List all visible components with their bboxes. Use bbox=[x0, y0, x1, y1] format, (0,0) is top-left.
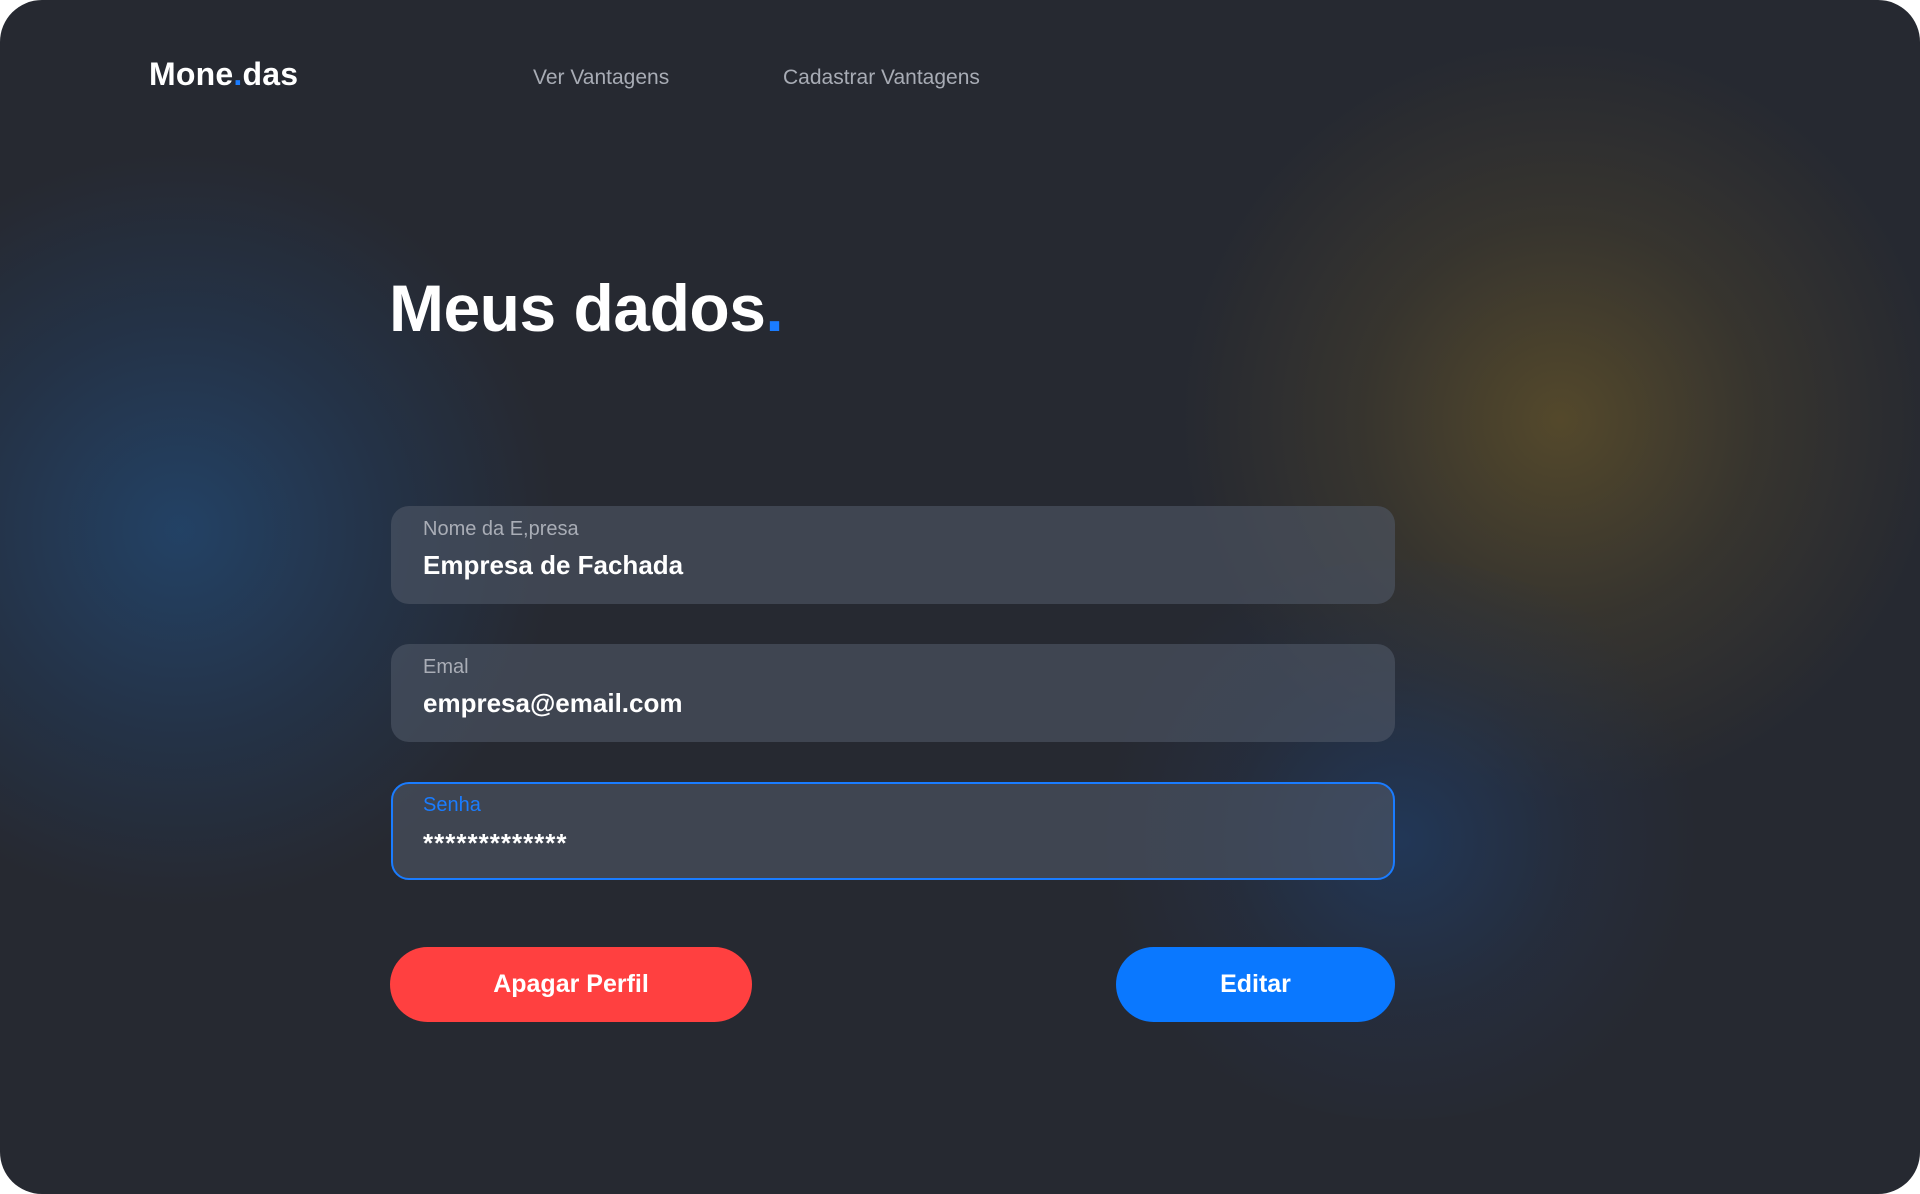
app-window: Mone.das Ver Vantagens Cadastrar Vantage… bbox=[0, 0, 1920, 1194]
brand-logo[interactable]: Mone.das bbox=[149, 56, 298, 93]
password-value[interactable]: ************* bbox=[423, 828, 568, 859]
password-label: Senha bbox=[423, 794, 481, 816]
page-title: Meus dados. bbox=[389, 270, 784, 346]
page-title-text: Meus dados bbox=[389, 271, 766, 345]
delete-profile-button[interactable]: Apagar Perfil bbox=[390, 947, 752, 1022]
company-name-value[interactable]: Empresa de Fachada bbox=[423, 550, 683, 581]
logo-text-right: das bbox=[242, 56, 299, 92]
company-name-field[interactable]: Nome da E,presa Empresa de Fachada bbox=[391, 506, 1395, 604]
nav-link-cadastrar-vantagens[interactable]: Cadastrar Vantagens bbox=[783, 66, 980, 90]
logo-text-left: Mone bbox=[149, 56, 234, 92]
email-label: Emal bbox=[423, 656, 469, 678]
password-field[interactable]: Senha ************* bbox=[391, 782, 1395, 880]
email-value[interactable]: empresa@email.com bbox=[423, 688, 682, 719]
company-name-label: Nome da E,presa bbox=[423, 518, 579, 540]
edit-button[interactable]: Editar bbox=[1116, 947, 1395, 1022]
nav-link-ver-vantagens[interactable]: Ver Vantagens bbox=[533, 66, 669, 90]
page-title-dot: . bbox=[765, 271, 784, 345]
email-field[interactable]: Emal empresa@email.com bbox=[391, 644, 1395, 742]
